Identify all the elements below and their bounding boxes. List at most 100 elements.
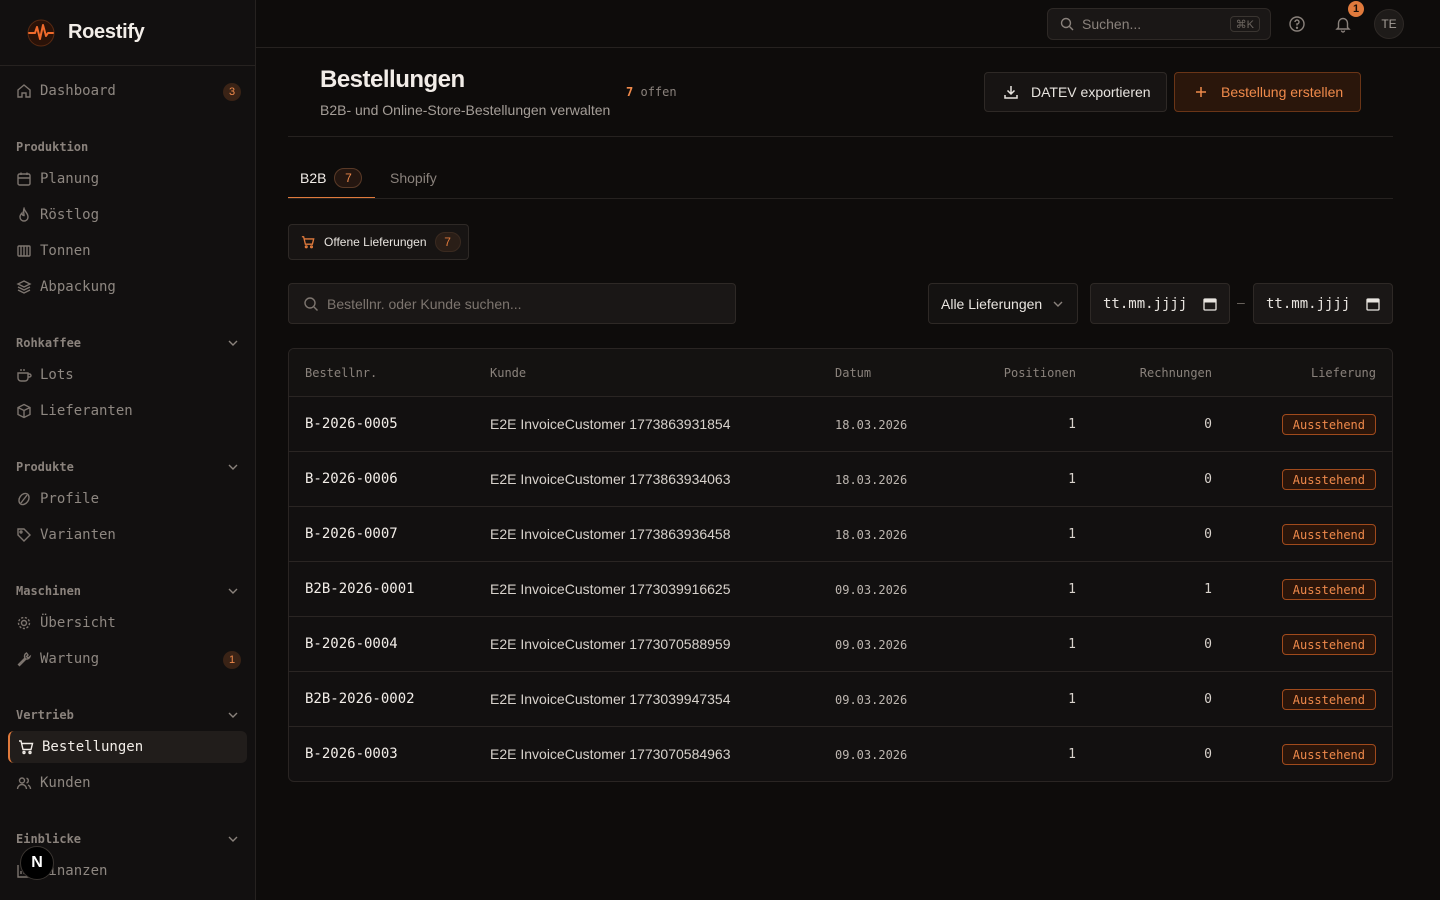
bell-icon[interactable]: [1333, 14, 1353, 34]
help-icon[interactable]: [1287, 14, 1307, 34]
column-header-customer[interactable]: Kunde: [490, 366, 526, 380]
table-row[interactable]: B2B-2026-0002 E2E InvoiceCustomer 1773039…: [289, 672, 1392, 727]
chevron-down-icon: [226, 708, 240, 722]
invoices-count: 0: [1204, 747, 1212, 762]
dashboard-badge: 3: [223, 83, 241, 101]
sidebar-item-varianten[interactable]: Varianten: [8, 519, 247, 551]
sidebar-item-planung[interactable]: Planung: [8, 163, 247, 195]
date-to-input[interactable]: tt.mm.jjjj: [1253, 283, 1393, 324]
column-header-delivery[interactable]: Lieferung: [1311, 366, 1376, 380]
invoices-count: 0: [1204, 637, 1212, 652]
search-placeholder: Bestellnr. oder Kunde suchen...: [327, 295, 522, 312]
cog-icon: [16, 615, 32, 631]
cart-icon: [301, 235, 315, 249]
table-row[interactable]: B2B-2026-0001 E2E InvoiceCustomer 1773039…: [289, 562, 1392, 617]
topbar: Suchen... ⌘K 1 TE: [256, 0, 1440, 48]
delivery-status-badge: Ausstehend: [1281, 579, 1376, 600]
column-header-order-number[interactable]: Bestellnr.: [305, 366, 377, 380]
order-number: B2B-2026-0002: [305, 691, 415, 707]
sidebar-item-abpackung[interactable]: Abpackung: [8, 271, 247, 303]
table-row[interactable]: B-2026-0005 E2E InvoiceCustomer 177386393…: [289, 397, 1392, 452]
column-header-invoices[interactable]: Rechnungen: [1140, 366, 1212, 380]
layers-icon: [16, 279, 32, 295]
order-search-input[interactable]: Bestellnr. oder Kunde suchen...: [288, 283, 736, 324]
tabs-divider: [288, 198, 1393, 199]
sidebar-item-lots[interactable]: Lots: [8, 359, 247, 391]
section-einblicke[interactable]: Einblicke: [16, 829, 240, 849]
sidebar-item-bestellungen[interactable]: Bestellungen: [8, 731, 247, 763]
invoices-count: 0: [1204, 527, 1212, 542]
positions-count: 1: [1068, 582, 1076, 597]
customer-name: E2E InvoiceCustomer 1773863936458: [490, 526, 731, 542]
coffee-cup-icon: [16, 367, 32, 383]
section-produkte[interactable]: Produkte: [16, 457, 240, 477]
brand[interactable]: Roestify: [0, 0, 255, 66]
calendar-icon: [16, 171, 32, 187]
chevron-down-icon: [1051, 297, 1065, 311]
calendar-icon[interactable]: [1366, 297, 1380, 311]
customer-name: E2E InvoiceCustomer 1773863934063: [490, 471, 731, 487]
section-rohkaffee[interactable]: Rohkaffee: [16, 333, 240, 353]
nextjs-dev-badge[interactable]: N: [20, 846, 54, 880]
tab-b2b[interactable]: B2B 7: [288, 158, 375, 199]
bean-icon: [16, 491, 32, 507]
sidebar-item-dashboard[interactable]: Dashboard 3: [8, 75, 247, 107]
order-date: 18.03.2026: [835, 528, 908, 542]
package-icon: [16, 403, 32, 419]
shortcut-hint: ⌘K: [1229, 16, 1260, 32]
order-date: 09.03.2026: [835, 693, 908, 707]
order-number: B2B-2026-0001: [305, 581, 415, 597]
section-maschinen[interactable]: Maschinen: [16, 581, 240, 601]
table-row[interactable]: B-2026-0004 E2E InvoiceCustomer 177307058…: [289, 617, 1392, 672]
invoices-count: 0: [1204, 692, 1212, 707]
table-header: Bestellnr. Kunde Datum Positionen Rechnu…: [289, 349, 1392, 397]
order-date: 18.03.2026: [835, 418, 908, 432]
sidebar-item-profile[interactable]: Profile: [8, 483, 247, 515]
sidebar-item-roestlog[interactable]: Röstlog: [8, 199, 247, 231]
sidebar-item-kunden[interactable]: Kunden: [8, 767, 247, 799]
chevron-down-icon: [226, 832, 240, 846]
invoices-count: 0: [1204, 417, 1212, 432]
invoices-count: 1: [1204, 582, 1212, 597]
order-date: 09.03.2026: [835, 748, 908, 762]
order-date: 09.03.2026: [835, 583, 908, 597]
avatar[interactable]: TE: [1374, 9, 1404, 39]
table-row[interactable]: B-2026-0006 E2E InvoiceCustomer 177386393…: [289, 452, 1392, 507]
sidebar-item-tonnen[interactable]: Tonnen: [8, 235, 247, 267]
sidebar-item-wartung[interactable]: Wartung 1: [8, 643, 247, 675]
column-header-date[interactable]: Datum: [835, 366, 871, 380]
customer-name: E2E InvoiceCustomer 1773039947354: [490, 691, 731, 707]
section-vertrieb[interactable]: Vertrieb: [16, 705, 240, 725]
chevron-down-icon: [226, 460, 240, 474]
sidebar-item-lieferanten[interactable]: Lieferanten: [8, 395, 247, 427]
table-row[interactable]: B-2026-0003 E2E InvoiceCustomer 177307058…: [289, 727, 1392, 781]
delivery-status-select[interactable]: Alle Lieferungen: [928, 283, 1078, 324]
page-title: Bestellungen: [320, 66, 465, 93]
tab-shopify[interactable]: Shopify: [390, 158, 437, 198]
create-order-button[interactable]: Bestellung erstellen: [1174, 72, 1361, 112]
delivery-status-badge: Ausstehend: [1281, 689, 1376, 710]
order-number: B-2026-0004: [305, 636, 398, 652]
table-row[interactable]: B-2026-0007 E2E InvoiceCustomer 177386393…: [289, 507, 1392, 562]
order-number: B-2026-0006: [305, 471, 398, 487]
delivery-status-badge: Ausstehend: [1281, 744, 1376, 765]
delivery-status-badge: Ausstehend: [1281, 524, 1376, 545]
order-number: B-2026-0003: [305, 746, 398, 762]
global-search-input[interactable]: Suchen... ⌘K: [1047, 8, 1271, 40]
date-from-input[interactable]: tt.mm.jjjj: [1090, 283, 1230, 324]
datev-export-button[interactable]: DATEV exportieren: [984, 72, 1167, 112]
order-date: 09.03.2026: [835, 638, 908, 652]
customer-name: E2E InvoiceCustomer 1773039916625: [490, 581, 731, 597]
calendar-icon[interactable]: [1203, 297, 1217, 311]
invoices-count: 0: [1204, 472, 1212, 487]
app-name: Roestify: [68, 21, 145, 43]
delivery-status-badge: Ausstehend: [1281, 414, 1376, 435]
positions-count: 1: [1068, 472, 1076, 487]
column-header-positions[interactable]: Positionen: [1004, 366, 1076, 380]
open-deliveries-filter[interactable]: Offene Lieferungen 7: [288, 224, 469, 260]
positions-count: 1: [1068, 747, 1076, 762]
orders-table: Bestellnr. Kunde Datum Positionen Rechnu…: [288, 348, 1393, 782]
sidebar-item-uebersicht[interactable]: Übersicht: [8, 607, 247, 639]
search-icon: [1060, 17, 1074, 31]
search-placeholder: Suchen...: [1082, 16, 1142, 32]
